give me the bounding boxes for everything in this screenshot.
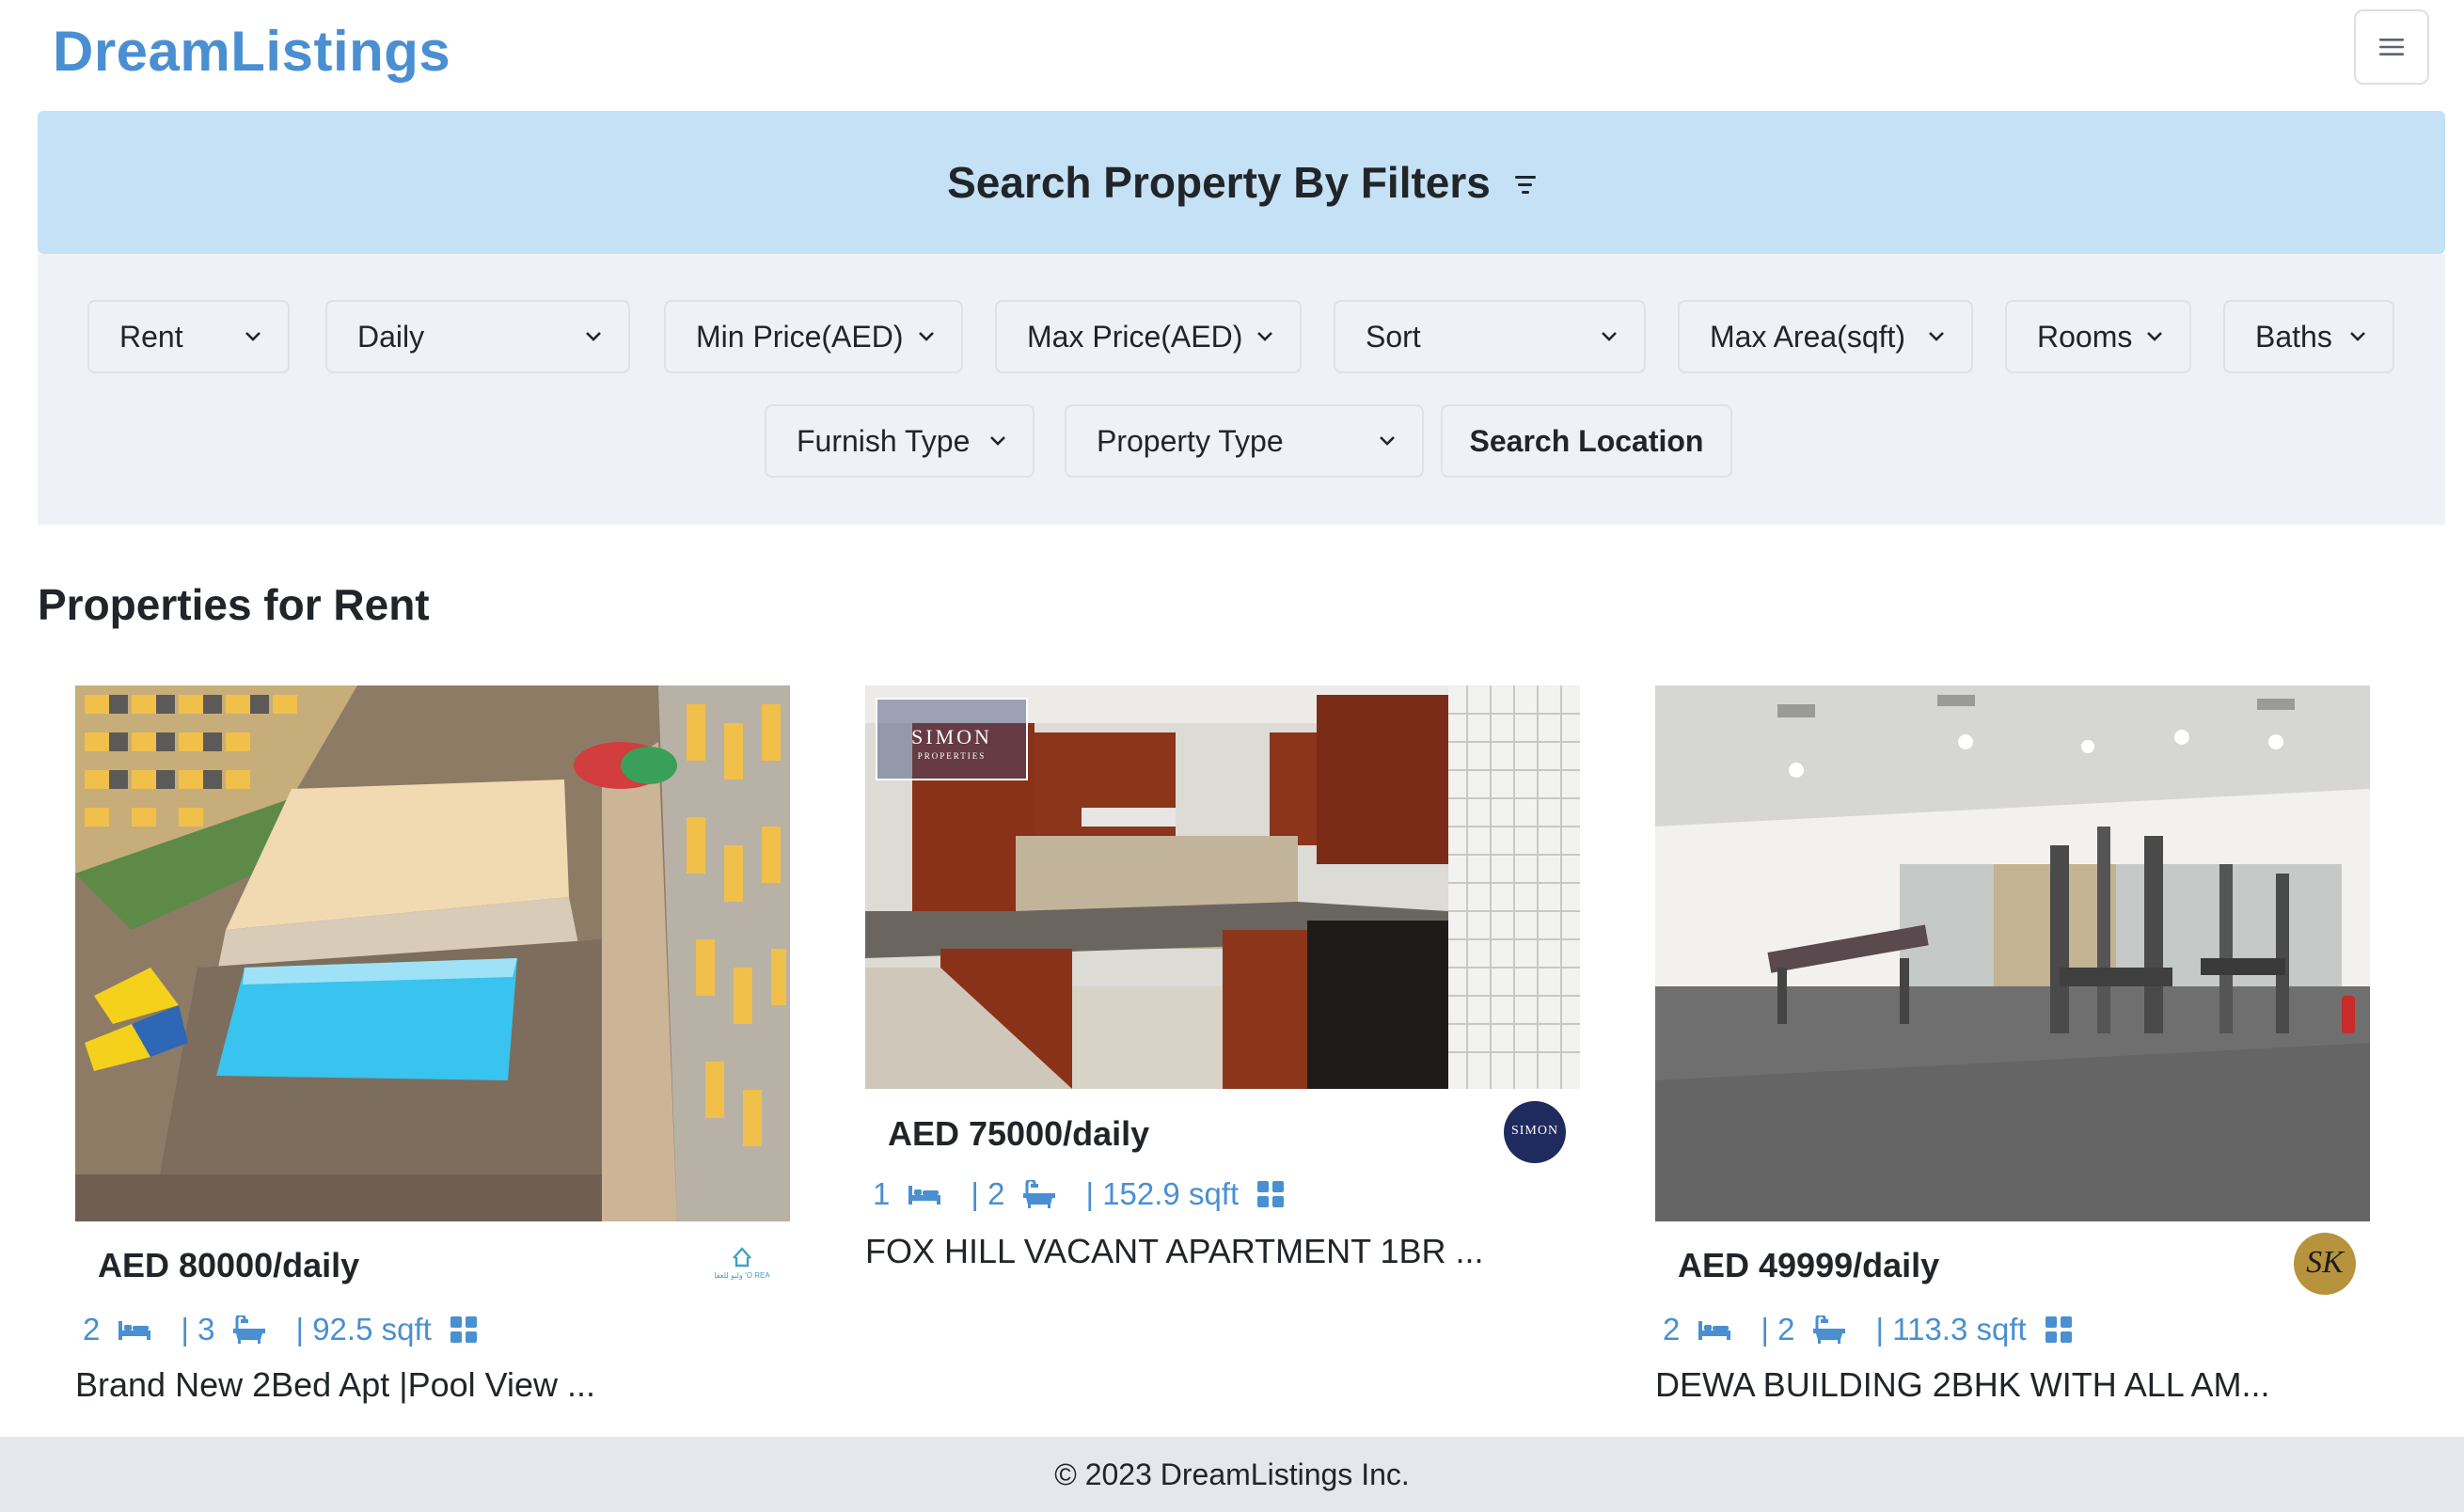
chevron-down-icon: [1928, 331, 1971, 342]
bath-icon: [1813, 1315, 1846, 1344]
agency-logo[interactable]: وليو للعقا ’O REA: [711, 1232, 773, 1294]
listing-specs: 1 | 2 | 152.9 sqft: [873, 1176, 1314, 1212]
hamburger-menu-button[interactable]: [2354, 9, 2429, 85]
min-price-select[interactable]: Min Price(AED): [664, 300, 963, 373]
filter-title: Search Property By Filters: [947, 158, 1491, 207]
max-price-label: Max Price(AED): [1027, 319, 1243, 354]
baths-count: | 3: [181, 1312, 215, 1347]
listing-photo-kitchen[interactable]: SIMON PROPERTIES: [865, 685, 1580, 1089]
rooms-count: 1: [873, 1176, 891, 1211]
listing-photo-gym[interactable]: [1655, 685, 2370, 1221]
grid-icon: [450, 1316, 477, 1343]
baths-select[interactable]: Baths: [2223, 300, 2394, 373]
baths-count: | 2: [1761, 1312, 1795, 1347]
chevron-down-icon: [1256, 331, 1300, 342]
footer: © 2023 DreamListings Inc.: [0, 1437, 2464, 1512]
section-title: Properties for Rent: [38, 580, 430, 629]
grid-icon: [2045, 1316, 2072, 1343]
filter-banner[interactable]: Search Property By Filters: [38, 111, 2445, 254]
listing-price: AED 80000/daily: [98, 1246, 360, 1284]
listing-specs: 2 | 3 | 92.5 sqft: [83, 1312, 507, 1347]
bath-icon: [233, 1315, 266, 1344]
agency-logo[interactable]: SK: [2294, 1233, 2356, 1295]
min-price-label: Min Price(AED): [696, 319, 904, 354]
listing-price: AED 75000/daily: [888, 1114, 1150, 1153]
furnish-type-select[interactable]: Furnish Type: [765, 404, 1035, 478]
bath-icon: [1023, 1180, 1056, 1208]
chevron-down-icon: [585, 331, 628, 342]
max-price-select[interactable]: Max Price(AED): [995, 300, 1302, 373]
baths-count: | 2: [971, 1176, 1005, 1211]
listing-type-label: Rent: [119, 319, 183, 354]
watermark-properties: PROPERTIES: [918, 751, 986, 761]
filter-icon: [1514, 175, 1536, 194]
filter-panel: Rent Daily Min Price(AED) Max Price(AED)…: [38, 254, 2445, 525]
area-size: | 113.3 sqft: [1875, 1312, 2027, 1347]
listing-title[interactable]: FOX HILL VACANT APARTMENT 1BR ...: [865, 1232, 1484, 1271]
max-area-select[interactable]: Max Area(sqft): [1678, 300, 1973, 373]
chevron-down-icon: [1601, 331, 1644, 342]
chevron-down-icon: [2349, 331, 2393, 342]
agency-logo-text: وليو للعقا ’O REA: [714, 1271, 770, 1280]
period-select[interactable]: Daily: [325, 300, 630, 373]
agency-logo[interactable]: SIMON: [1504, 1101, 1566, 1163]
chevron-down-icon: [918, 331, 961, 342]
chevron-down-icon: [1379, 435, 1422, 447]
furnish-type-label: Furnish Type: [797, 423, 971, 458]
agency-logo-text: SK: [2306, 1245, 2344, 1280]
sort-select[interactable]: Sort: [1334, 300, 1646, 373]
brand-logo[interactable]: DreamListings: [53, 19, 450, 84]
listing-card[interactable]: SIMON PROPERTIES AED 75000/daily SIMON 1…: [865, 685, 1580, 1287]
listing-card[interactable]: AED 80000/daily وليو للعقا ’O REA 2 | 3 …: [75, 685, 790, 1410]
search-location-button[interactable]: Search Location: [1441, 404, 1732, 478]
area-size: | 92.5 sqft: [295, 1312, 432, 1347]
property-type-label: Property Type: [1097, 423, 1284, 458]
watermark-simon: SIMON: [911, 725, 992, 748]
agency-logo-text: SIMON: [1510, 1124, 1559, 1138]
hamburger-icon: [2379, 39, 2404, 55]
listing-title[interactable]: DEWA BUILDING 2BHK WITH ALL AM...: [1655, 1365, 2269, 1405]
chevron-down-icon: [989, 435, 1033, 447]
baths-label: Baths: [2255, 319, 2332, 354]
rooms-label: Rooms: [2037, 319, 2133, 354]
bed-icon: [118, 1319, 151, 1340]
top-navbar: DreamListings: [0, 0, 2464, 111]
bed-icon: [908, 1184, 941, 1205]
listing-specs: 2 | 2 | 113.3 sqft: [1663, 1312, 2102, 1347]
footer-copyright: © 2023 DreamListings Inc.: [1054, 1457, 1410, 1491]
max-area-label: Max Area(sqft): [1710, 319, 1906, 354]
listing-price: AED 49999/daily: [1678, 1246, 1940, 1284]
rooms-count: 2: [83, 1312, 101, 1347]
property-type-select[interactable]: Property Type: [1065, 404, 1424, 478]
listing-card[interactable]: AED 49999/daily SK 2 | 2 | 113.3 sqft DE…: [1655, 685, 2370, 1410]
area-size: | 152.9 sqft: [1085, 1176, 1240, 1211]
bed-icon: [1698, 1319, 1731, 1340]
chevron-down-icon: [245, 331, 288, 342]
rooms-select[interactable]: Rooms: [2005, 300, 2191, 373]
chevron-down-icon: [2146, 331, 2189, 342]
rooms-count: 2: [1663, 1312, 1681, 1347]
grid-icon: [1257, 1181, 1285, 1207]
listing-photo-pool[interactable]: [75, 685, 790, 1221]
listing-title[interactable]: Brand New 2Bed Apt |Pool View ...: [75, 1365, 595, 1405]
listing-type-select[interactable]: Rent: [87, 300, 290, 373]
sort-label: Sort: [1366, 319, 1421, 354]
period-label: Daily: [357, 319, 425, 354]
